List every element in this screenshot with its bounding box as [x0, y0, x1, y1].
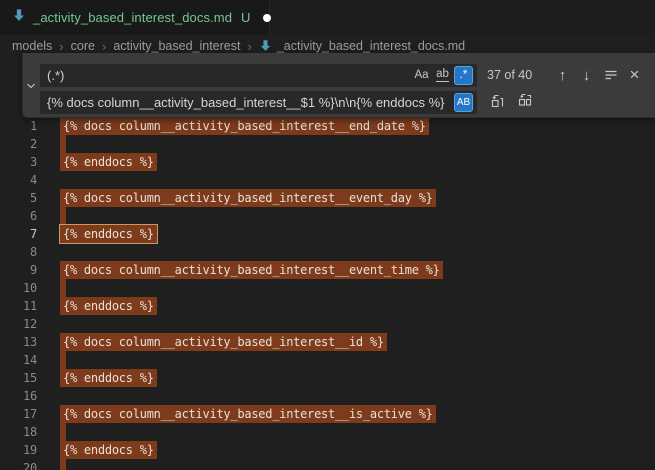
find-input[interactable]: (.*) Aa ab .* — [40, 64, 477, 87]
line-number: 16 — [0, 387, 37, 405]
code-line[interactable]: 9 {% docs column__activity_based_interest… — [0, 261, 655, 279]
code-line[interactable]: 15 {% enddocs %} — [0, 369, 655, 387]
empty-line-match-strip[interactable] — [60, 351, 66, 369]
breadcrumb-label: _activity_based_interest_docs.md — [277, 39, 465, 53]
empty-line-match-strip[interactable] — [60, 459, 66, 470]
line-number: 12 — [0, 315, 37, 333]
code-line[interactable]: 10 — [0, 279, 655, 297]
find-match-highlight[interactable]: {% enddocs %} — [60, 297, 157, 315]
line-number: 5 — [0, 189, 37, 207]
find-replace-widget: (.*) Aa ab .* 37 of 40 ↑ ↓ × {% docs col… — [22, 53, 655, 118]
code-line[interactable]: 16 — [0, 387, 655, 405]
breadcrumb-separator-icon: › — [101, 39, 107, 54]
chevron-down-icon — [26, 78, 36, 96]
code-line[interactable]: 18 — [0, 423, 655, 441]
editor-pane[interactable]: 1 {% docs column__activity_based_interest… — [0, 57, 655, 470]
find-match-highlight[interactable]: {% enddocs %} — [60, 441, 157, 459]
empty-line-match-strip[interactable] — [60, 135, 66, 153]
code-line[interactable]: 5 {% docs column__activity_based_interest… — [0, 189, 655, 207]
breadcrumb-label: activity_based_interest — [113, 39, 240, 53]
find-match-highlight[interactable]: {% docs column__activity_based_interest_… — [60, 333, 387, 351]
code-line[interactable]: 1 {% docs column__activity_based_interest… — [0, 117, 655, 135]
code-line[interactable]: 20 — [0, 459, 655, 470]
line-number: 3 — [0, 153, 37, 171]
code-line[interactable]: 13 {% docs column__activity_based_interes… — [0, 333, 655, 351]
line-number: 14 — [0, 351, 37, 369]
git-status-badge: U — [241, 10, 250, 25]
line-number: 20 — [0, 459, 37, 470]
line-number: 13 — [0, 333, 37, 351]
match-case-button[interactable]: Aa — [412, 66, 431, 85]
preserve-case-button[interactable]: AB — [454, 93, 473, 112]
previous-match-button[interactable]: ↑ — [552, 65, 573, 86]
whole-word-button[interactable]: ab — [433, 66, 452, 85]
breadcrumb-separator-icon: › — [246, 39, 252, 54]
replace-all-icon — [517, 93, 533, 112]
code-line[interactable]: 14 — [0, 351, 655, 369]
breadcrumb-separator-icon: › — [58, 39, 64, 54]
empty-line-match-strip[interactable] — [60, 207, 66, 225]
breadcrumb-item[interactable]: models — [12, 39, 52, 53]
find-in-selection-button[interactable] — [600, 65, 621, 86]
empty-line-match-strip[interactable] — [60, 279, 66, 297]
code-line[interactable]: 3 {% enddocs %} — [0, 153, 655, 171]
tab-filename: _activity_based_interest_docs.md — [33, 10, 232, 25]
line-number: 11 — [0, 297, 37, 315]
markdown-file-icon — [259, 39, 272, 53]
replace-icon — [489, 93, 505, 112]
code-line[interactable]: 8 — [0, 243, 655, 261]
line-number: 8 — [0, 243, 37, 261]
line-number: 6 — [0, 207, 37, 225]
find-match-highlight[interactable]: {% enddocs %} — [60, 369, 157, 387]
find-match-highlight[interactable]: {% docs column__activity_based_interest_… — [60, 405, 436, 423]
replace-input[interactable]: {% docs column__activity_based_interest_… — [40, 91, 477, 114]
find-in-selection-icon — [604, 67, 618, 84]
find-match-highlight[interactable]: {% enddocs %} — [60, 225, 157, 243]
breadcrumb-item[interactable]: activity_based_interest — [113, 39, 240, 53]
breadcrumb-item[interactable]: core — [71, 39, 95, 53]
line-number: 7 — [0, 225, 37, 243]
empty-line-match-strip[interactable] — [60, 423, 66, 441]
modified-indicator-dot[interactable] — [263, 14, 271, 22]
replace-all-button[interactable] — [514, 92, 535, 113]
code-line[interactable]: 4 — [0, 171, 655, 189]
code-line[interactable]: 2 — [0, 135, 655, 153]
line-number: 9 — [0, 261, 37, 279]
replace-button[interactable] — [486, 92, 507, 113]
line-number: 19 — [0, 441, 37, 459]
next-match-button[interactable]: ↓ — [576, 65, 597, 86]
breadcrumb-item[interactable]: _activity_based_interest_docs.md — [259, 39, 465, 53]
code-line[interactable]: 11 {% enddocs %} — [0, 297, 655, 315]
code-line[interactable]: 12 — [0, 315, 655, 333]
code-line[interactable]: 19 {% enddocs %} — [0, 441, 655, 459]
regex-button[interactable]: .* — [454, 66, 473, 85]
tab-bar: _activity_based_interest_docs.md U — [0, 0, 655, 35]
find-match-highlight[interactable]: {% enddocs %} — [60, 153, 157, 171]
find-match-highlight[interactable]: {% docs column__activity_based_interest_… — [60, 261, 443, 279]
line-number: 1 — [0, 117, 37, 135]
line-number: 10 — [0, 279, 37, 297]
match-counter: 37 of 40 — [487, 68, 532, 82]
close-button[interactable]: × — [624, 65, 645, 86]
toggle-replace-button[interactable] — [23, 57, 39, 117]
code-area[interactable]: 1 {% docs column__activity_based_interest… — [0, 117, 655, 470]
markdown-file-icon — [12, 8, 26, 27]
line-number: 4 — [0, 171, 37, 189]
tab-activity-based-interest-docs[interactable]: _activity_based_interest_docs.md U — [0, 0, 270, 35]
replace-input-value: {% docs column__activity_based_interest_… — [47, 95, 452, 110]
code-line-current-match[interactable]: 7 {% enddocs %} — [0, 225, 655, 243]
line-number: 18 — [0, 423, 37, 441]
find-input-value: (.*) — [47, 68, 410, 83]
line-number: 2 — [0, 135, 37, 153]
breadcrumb-label: core — [71, 39, 95, 53]
find-match-highlight[interactable]: {% docs column__activity_based_interest_… — [60, 117, 429, 135]
line-number: 15 — [0, 369, 37, 387]
line-number: 17 — [0, 405, 37, 423]
breadcrumb-label: models — [12, 39, 52, 53]
code-line[interactable]: 17 {% docs column__activity_based_interes… — [0, 405, 655, 423]
code-line[interactable]: 6 — [0, 207, 655, 225]
find-match-highlight[interactable]: {% docs column__activity_based_interest_… — [60, 189, 436, 207]
